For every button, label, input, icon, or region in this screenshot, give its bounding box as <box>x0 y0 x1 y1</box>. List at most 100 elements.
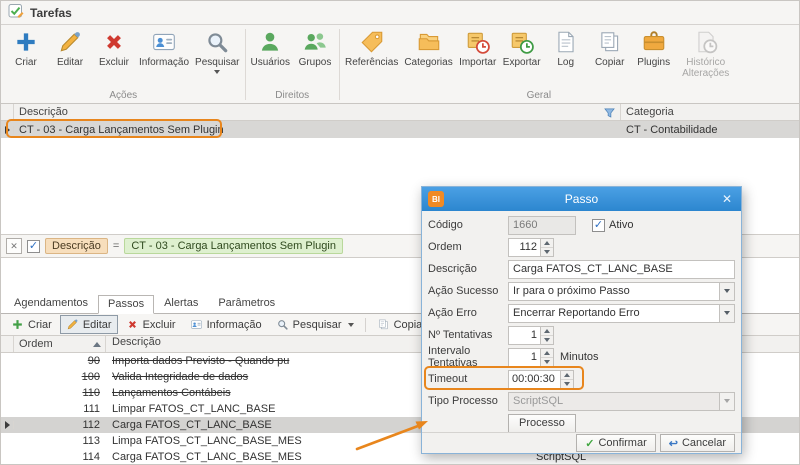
processo-button[interactable]: Processo <box>508 414 576 433</box>
ribbon-historico-label: Histórico Alterações <box>679 57 733 79</box>
pencil-icon <box>57 29 83 55</box>
close-icon[interactable]: ✕ <box>719 192 735 206</box>
tab-agendamentos[interactable]: Agendamentos <box>4 294 98 313</box>
steps-excluir-button[interactable]: Excluir <box>120 315 182 334</box>
spin-down-icon[interactable] <box>541 357 553 366</box>
column-header-ordem-label: Ordem <box>19 338 53 350</box>
focused-row-arrow-icon <box>5 421 10 429</box>
acao-erro-dropdown[interactable]: Encerrar Reportando Erro <box>508 304 735 323</box>
step-ordem-cell: 90 <box>14 355 106 367</box>
steps-criar-label: Criar <box>28 319 52 331</box>
ribbon-importar-button[interactable]: Importar <box>456 26 500 69</box>
spin-up-icon[interactable] <box>561 371 573 379</box>
steps-editar-button[interactable]: Editar <box>60 315 118 334</box>
tarefas-app-icon <box>8 3 24 22</box>
ribbon-copiar-button[interactable]: Copiar <box>588 26 632 69</box>
processo-row: Processo <box>422 412 741 434</box>
passo-dialog-titlebar[interactable]: BI Passo ✕ <box>422 187 741 211</box>
ribbon-historico-alteracoes-button[interactable]: Histórico Alterações <box>676 26 736 80</box>
column-header-descricao[interactable]: Descrição <box>14 104 621 120</box>
ordem-value: 112 <box>509 239 540 256</box>
confirmar-button[interactable]: ✓ Confirmar <box>576 434 656 452</box>
tarefas-window: Tarefas Criar Editar Excluir I <box>0 0 800 465</box>
ativo-checkbox[interactable]: ✓ <box>592 219 605 232</box>
intervalo-stepper[interactable]: 1 <box>508 348 554 367</box>
column-header-ordem[interactable]: Ordem <box>14 336 106 352</box>
column-header-descricao-label: Descrição <box>19 106 68 118</box>
acao-sucesso-value: Ir para o próximo Passo <box>509 283 719 300</box>
spinner-buttons[interactable] <box>540 327 553 344</box>
spin-down-icon[interactable] <box>541 335 553 344</box>
ribbon-excluir-button[interactable]: Excluir <box>92 26 136 69</box>
tab-parametros[interactable]: Parâmetros <box>208 294 285 313</box>
ribbon-grupos-button[interactable]: Grupos <box>293 26 337 69</box>
ribbon-plugins-label: Plugins <box>637 57 670 68</box>
task-descricao-cell: CT - 03 - Carga Lançamentos Sem Plugin <box>14 124 621 136</box>
steps-informacao-button[interactable]: Informação <box>184 315 268 334</box>
history-clock-icon <box>693 29 719 55</box>
delete-x-icon <box>126 318 139 331</box>
toolbar-separator <box>365 318 366 332</box>
ribbon-pesquisar-button[interactable]: Pesquisar <box>192 26 242 75</box>
steps-criar-button[interactable]: Criar <box>5 315 58 334</box>
task-categoria-cell: CT - Contabilidade <box>621 124 799 136</box>
ordem-stepper[interactable]: 112 <box>508 238 554 257</box>
filter-funnel-icon[interactable] <box>604 107 615 118</box>
cancelar-label: Cancelar <box>682 437 726 449</box>
plus-icon <box>13 29 39 55</box>
step-ordem-cell: 100 <box>14 371 106 383</box>
chevron-down-icon <box>719 393 734 410</box>
step-ordem-cell: 112 <box>14 419 106 431</box>
ribbon-group-direitos: Usuários Grupos Direitos <box>248 26 337 103</box>
cancelar-button[interactable]: ↩ Cancelar <box>660 434 735 452</box>
passo-dialog-body: Código 1660 ✓ Ativo Ordem 112 Descrição … <box>422 211 741 434</box>
codigo-value: 1660 <box>513 219 537 231</box>
spinner-buttons[interactable] <box>560 371 573 388</box>
ribbon-categorias-button[interactable]: Categorias <box>401 26 455 69</box>
ribbon-editar-label: Editar <box>57 57 83 68</box>
ribbon-exportar-button[interactable]: Exportar <box>500 26 544 69</box>
pencil-icon <box>66 318 79 331</box>
spin-down-icon[interactable] <box>541 247 553 256</box>
spin-up-icon[interactable] <box>541 327 553 335</box>
spinner-buttons[interactable] <box>540 349 553 366</box>
folders-icon <box>416 29 442 55</box>
chevron-down-icon[interactable] <box>719 283 734 300</box>
column-header-categoria[interactable]: Categoria <box>621 104 799 120</box>
codigo-row: Código 1660 ✓ Ativo <box>422 214 741 236</box>
ribbon-usuarios-button[interactable]: Usuários <box>248 26 293 69</box>
chevron-down-icon[interactable] <box>719 305 734 322</box>
tentativas-stepper[interactable]: 1 <box>508 326 554 345</box>
ordem-row: Ordem 112 <box>422 236 741 258</box>
spinner-buttons[interactable] <box>540 239 553 256</box>
briefcase-icon <box>641 29 667 55</box>
ribbon-editar-button[interactable]: Editar <box>48 26 92 69</box>
filter-value-chip[interactable]: CT - 03 - Carga Lançamentos Sem Plugin <box>124 238 343 254</box>
ribbon: Criar Editar Excluir Informação Pesquisa… <box>1 25 799 104</box>
row-indicator <box>1 126 14 134</box>
filter-enabled-checkbox[interactable]: ✓ <box>27 240 40 253</box>
codigo-label: Código <box>428 219 508 231</box>
spin-down-icon[interactable] <box>561 379 573 388</box>
bi-logo-icon: BI <box>428 191 444 207</box>
ribbon-plugins-button[interactable]: Plugins <box>632 26 676 69</box>
steps-pesquisar-button[interactable]: Pesquisar <box>270 315 360 334</box>
ribbon-informacao-button[interactable]: Informação <box>136 26 192 69</box>
filter-field-chip[interactable]: Descrição <box>45 238 108 254</box>
ribbon-criar-button[interactable]: Criar <box>4 26 48 69</box>
tab-alertas[interactable]: Alertas <box>154 294 208 313</box>
filter-close-button[interactable]: ✕ <box>6 238 22 254</box>
descricao-input[interactable]: Carga FATOS_CT_LANC_BASE <box>508 260 735 279</box>
tab-passos[interactable]: Passos <box>98 295 154 314</box>
ordem-label: Ordem <box>428 241 508 253</box>
acao-sucesso-dropdown[interactable]: Ir para o próximo Passo <box>508 282 735 301</box>
codigo-input: 1660 <box>508 216 576 235</box>
timeout-stepper[interactable]: 00:00:30 <box>508 370 574 389</box>
row-indicator-header <box>1 104 14 120</box>
task-row-selected[interactable]: CT - 03 - Carga Lançamentos Sem Plugin C… <box>1 121 799 138</box>
confirmar-label: Confirmar <box>598 437 646 449</box>
ribbon-log-button[interactable]: Log <box>544 26 588 69</box>
spin-up-icon[interactable] <box>541 349 553 357</box>
spin-up-icon[interactable] <box>541 239 553 247</box>
ribbon-referencias-button[interactable]: Referências <box>342 26 401 69</box>
